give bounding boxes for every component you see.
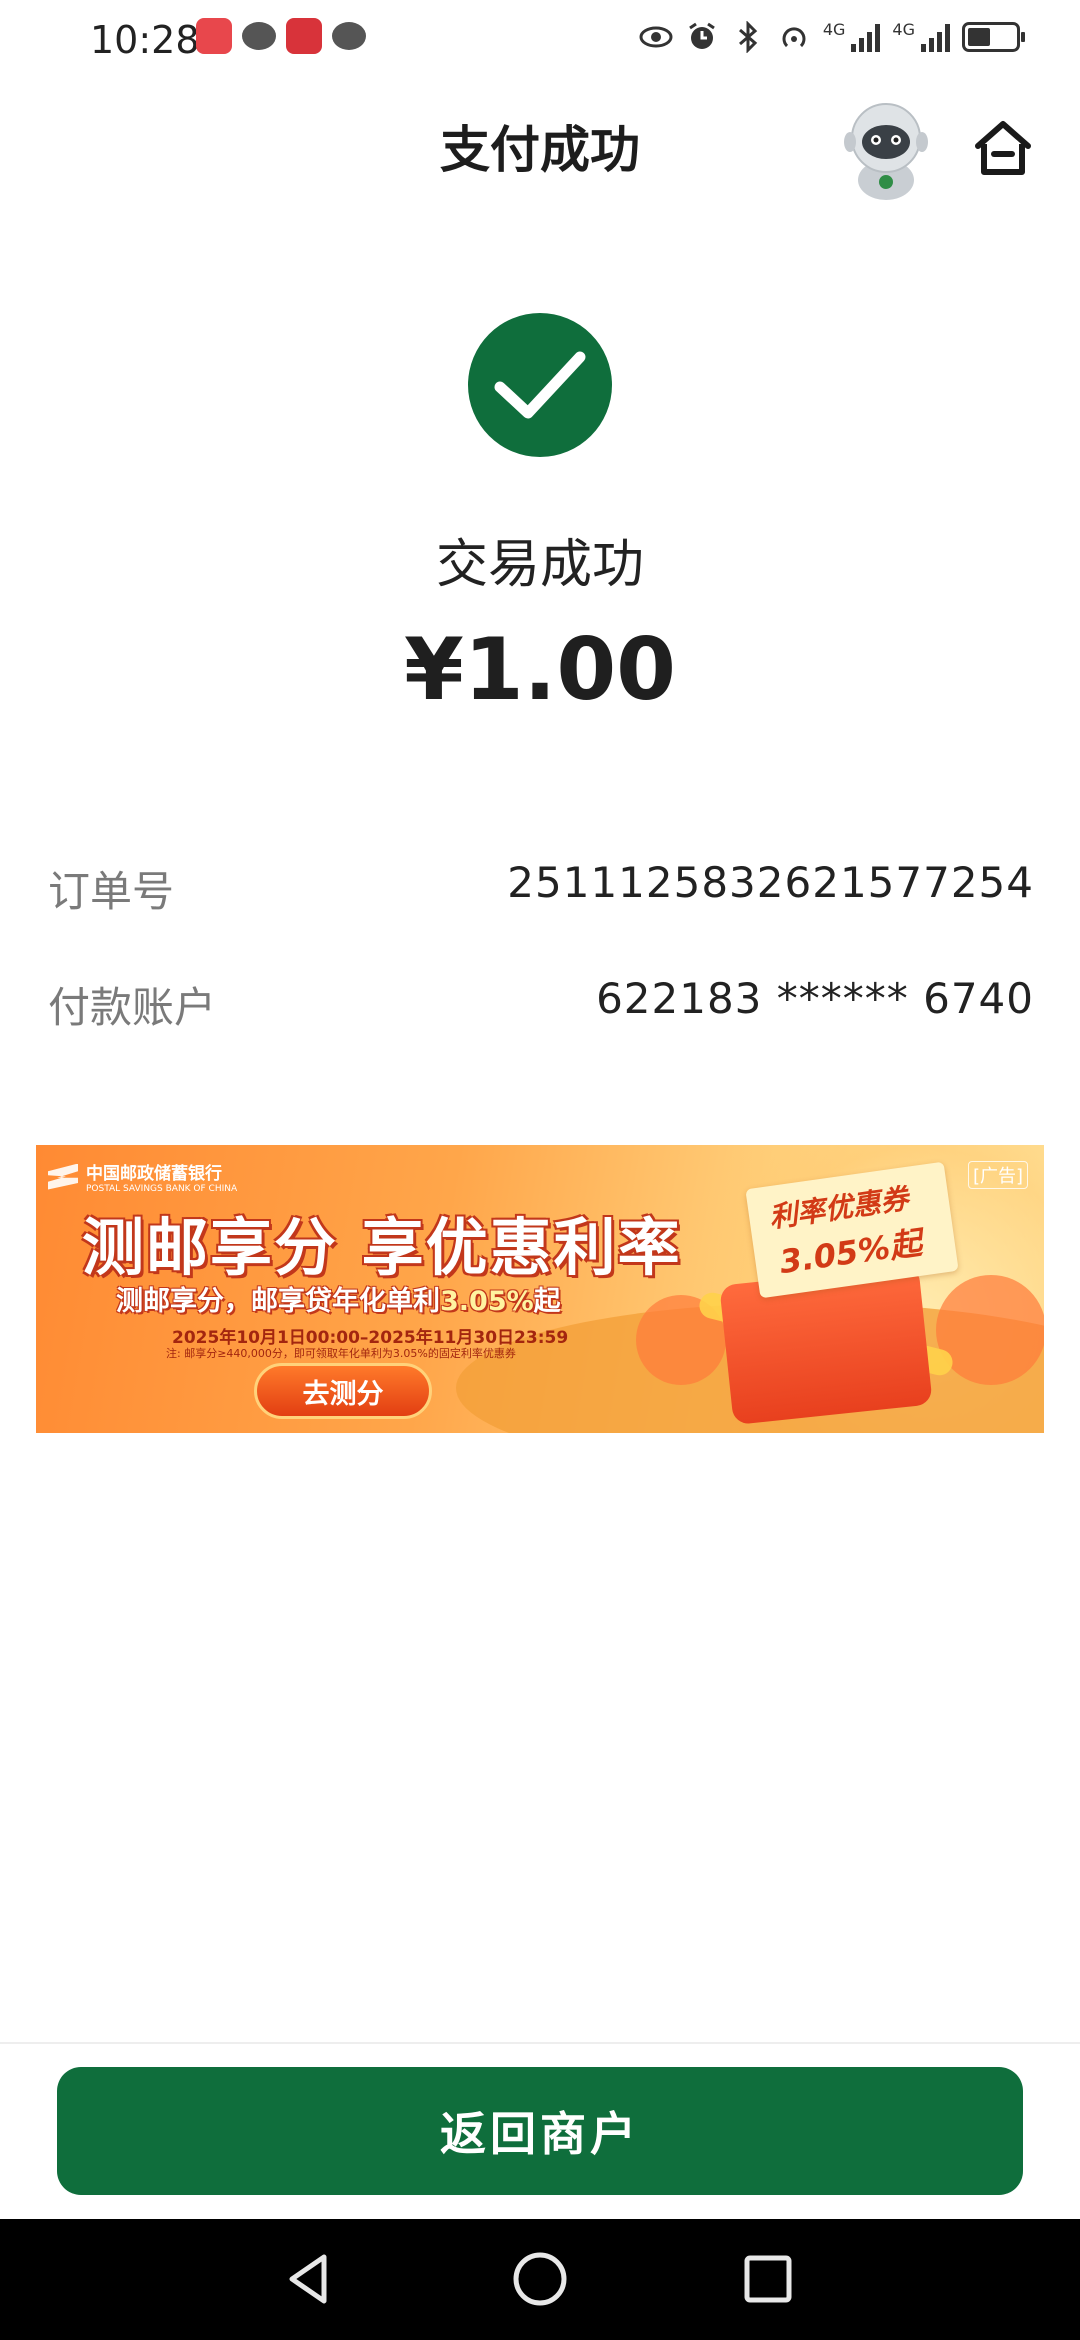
order-number-value: 2511125832621577254 — [507, 858, 1034, 907]
system-nav-bar — [0, 2219, 1080, 2340]
banner-tree — [936, 1275, 1044, 1385]
ad-tag: [广告] — [967, 1161, 1028, 1189]
system-status-icons: 4G 4G — [639, 20, 1025, 54]
huawei-app-icon — [196, 18, 232, 54]
transaction-status: 交易成功 — [435, 535, 644, 595]
alarm-icon — [685, 20, 719, 54]
home-nav-icon[interactable] — [510, 2249, 570, 2309]
robot-assistant-icon[interactable] — [836, 94, 936, 204]
payment-success-screen: 10:28 4G 4G 支付成功 交易成功 ¥1.00 订单号 25111258… — [0, 0, 1080, 2340]
eye-icon — [639, 20, 673, 54]
status-time: 10:28 — [90, 18, 200, 62]
network-type-2: 4G — [892, 20, 915, 39]
banner-headline: 测邮享分 享优惠利率 — [82, 1211, 682, 1284]
status-bar: 10:28 4G 4G — [0, 0, 1080, 80]
bottom-divider — [0, 2042, 1080, 2044]
return-to-merchant-button[interactable]: 返回商户 — [57, 2067, 1023, 2195]
order-number-label: 订单号 — [48, 867, 175, 916]
banner-sub-rate: 3.05% — [440, 1286, 534, 1317]
banner-sub-suffix: 起 — [533, 1286, 561, 1317]
battery-icon — [962, 22, 1025, 52]
bank-name: 中国邮政储蓄银行 — [86, 1164, 222, 1184]
signal-strength-icon — [851, 22, 881, 52]
payment-account-value: 622183 ****** 6740 — [596, 974, 1034, 1023]
bank-name-en: POSTAL SAVINGS BANK OF CHINA — [86, 1184, 238, 1194]
payment-account-row: 付款账户 622183 ****** 6740 — [48, 974, 1034, 1034]
back-nav-icon[interactable] — [280, 2249, 340, 2309]
recents-nav-icon[interactable] — [738, 2249, 798, 2309]
home-icon[interactable] — [970, 116, 1036, 182]
order-number-row: 订单号 2511125832621577254 — [48, 858, 1034, 918]
promo-banner[interactable]: 中国邮政储蓄银行 POSTAL SAVINGS BANK OF CHINA [广… — [36, 1145, 1044, 1433]
banner-cta-button[interactable]: 去测分 — [254, 1363, 432, 1419]
network-type-1: 4G — [822, 20, 846, 39]
app-notification-icon — [286, 18, 322, 54]
wechat-icon — [242, 22, 276, 50]
notification-icons — [196, 18, 366, 54]
payment-amount: ¥1.00 — [403, 620, 677, 720]
bank-logo-row: 中国邮政储蓄银行 POSTAL SAVINGS BANK OF CHINA — [48, 1159, 237, 1194]
banner-note: 注: 邮享分≥440,000分，即可领取年化单利为3.05%的固定利率优惠券 — [166, 1347, 516, 1360]
message-icon — [332, 22, 366, 50]
hotspot-icon — [777, 20, 811, 54]
header: 支付成功 — [0, 80, 1080, 210]
success-check-icon — [468, 313, 612, 457]
banner-sub-prefix: 测邮享分，邮享贷年化单利 — [116, 1286, 440, 1317]
payment-account-label: 付款账户 — [48, 983, 217, 1032]
signal-strength-icon-2 — [921, 22, 950, 52]
banner-subtitle: 测邮享分，邮享贷年化单利3.05%起 — [116, 1279, 561, 1318]
bluetooth-icon — [731, 20, 765, 54]
psbc-logo-icon — [48, 1163, 78, 1190]
